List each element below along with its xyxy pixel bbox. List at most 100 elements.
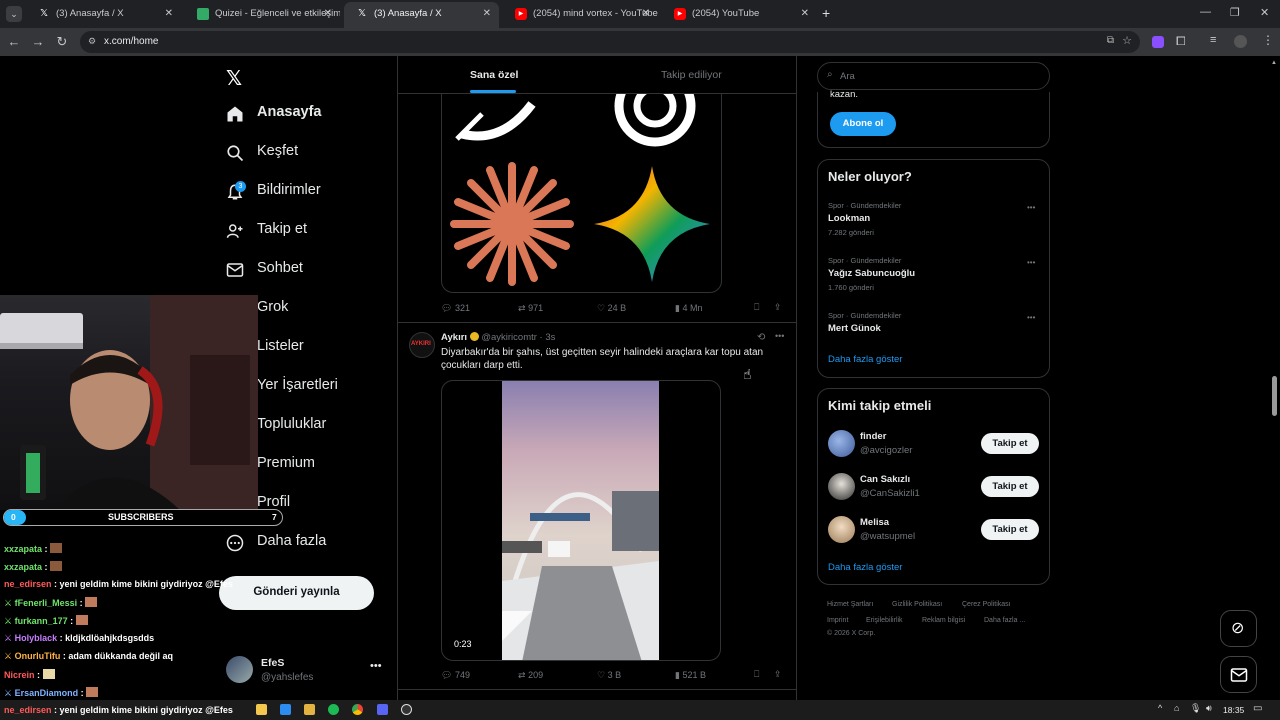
view-count: 4 Mn: [682, 303, 703, 313]
chrome-icon[interactable]: [352, 704, 363, 715]
tab-label: Sana özel: [470, 69, 519, 81]
scrollbar[interactable]: ▲: [1271, 60, 1278, 700]
footer-link[interactable]: Gizlilik Politikası: [892, 601, 942, 608]
microphone-icon[interactable]: 🎙︎: [1190, 703, 1201, 714]
share-icon[interactable]: ⇪: [774, 669, 782, 680]
avatar: [828, 516, 855, 543]
install-icon[interactable]: ⧉: [1107, 35, 1114, 46]
view-stat[interactable]: ▮ 521 B: [675, 670, 706, 681]
messages-float-button[interactable]: [1220, 656, 1257, 693]
spotify-icon[interactable]: [328, 704, 339, 715]
extension-icon[interactable]: [1152, 36, 1164, 48]
back-icon[interactable]: ←: [6, 34, 22, 50]
bookmark-icon[interactable]: ⎕: [754, 669, 759, 680]
reply-stat[interactable]: 💬︎ 321: [441, 303, 470, 314]
subscribers-goal: 7: [272, 512, 277, 522]
chat-user: ErsanDiamond: [14, 688, 79, 698]
star-icon[interactable]: ☆: [1122, 34, 1132, 47]
close-icon[interactable]: ✕: [483, 2, 491, 26]
show-more-link[interactable]: Daha fazla göster: [828, 562, 902, 573]
tab-search-button[interactable]: ⌄: [6, 6, 22, 22]
notifications-icon[interactable]: ▭: [1253, 703, 1262, 714]
author-handle[interactable]: @aykiricomtr: [481, 332, 537, 343]
close-window-icon[interactable]: ✕: [1260, 6, 1269, 19]
close-icon[interactable]: ✕: [642, 2, 650, 26]
site-info-icon[interactable]: ⚙: [88, 36, 96, 47]
footer-link[interactable]: Çerez Politikası: [962, 601, 1011, 608]
repost-stat[interactable]: ⇄ 971: [518, 303, 543, 314]
more-dots-icon[interactable]: •••: [1027, 258, 1035, 267]
suggested-user[interactable]: Can Sakızlı @CanSakizli1 Takip et: [818, 472, 1049, 508]
post-time[interactable]: 3s: [545, 332, 555, 343]
obs-icon[interactable]: [401, 704, 412, 715]
footer-link[interactable]: Reklam bilgisi: [922, 617, 965, 624]
post-button[interactable]: Gönderi yayınla: [219, 576, 374, 610]
footer-link[interactable]: Daha fazla ...: [984, 617, 1025, 624]
author-name[interactable]: Aykırı: [441, 332, 467, 343]
subscribe-button[interactable]: Abone ol: [830, 112, 896, 136]
bookmark-icon[interactable]: ⎕: [754, 302, 759, 313]
close-icon[interactable]: ✕: [801, 2, 809, 26]
account-switcher[interactable]: EfeS @yahslefes •••: [226, 654, 386, 688]
close-icon[interactable]: ✕: [165, 2, 173, 26]
x-logo-icon[interactable]: 𝕏: [226, 66, 242, 91]
post-avatar[interactable]: AYKIRI: [409, 332, 435, 358]
profile-avatar-icon[interactable]: [1234, 35, 1247, 48]
more-dots-icon[interactable]: •••: [1027, 313, 1035, 322]
suggested-user[interactable]: finder @avcigozler Takip et: [818, 429, 1049, 465]
new-tab-button[interactable]: +: [822, 5, 830, 21]
browser-tab[interactable]: 𝕏 (3) Anasayfa / X ✕: [26, 2, 181, 28]
footer-link[interactable]: Imprint: [827, 617, 848, 624]
follow-button[interactable]: Takip et: [981, 476, 1039, 497]
browser-tab[interactable]: ▶ (2054) YouTube ✕: [662, 2, 817, 28]
tab-following[interactable]: Takip ediliyor: [597, 56, 796, 94]
discord-icon[interactable]: [377, 704, 388, 715]
tab-for-you[interactable]: Sana özel: [398, 56, 597, 94]
forward-icon[interactable]: →: [30, 34, 46, 50]
trend-item[interactable]: Spor · Gündemdekiler Yağız Sabuncuoğlu 1…: [818, 253, 1049, 301]
sidebar-item-label: Bildirimler: [257, 182, 321, 198]
show-more-link[interactable]: Daha fazla göster: [828, 354, 902, 365]
grok-icon[interactable]: ⟲: [757, 332, 765, 343]
browser-tab[interactable]: ▶ (2054) mind vortex - YouTube ✕: [503, 2, 658, 28]
view-stat[interactable]: ▮ 4 Mn: [675, 303, 702, 314]
search-box[interactable]: ⌕ Ara: [817, 62, 1050, 90]
repost-stat[interactable]: ⇄ 209: [518, 670, 543, 681]
files-icon[interactable]: [304, 704, 315, 715]
post-video[interactable]: 0:23: [441, 380, 721, 661]
like-stat[interactable]: ♡ 24 B: [597, 303, 626, 314]
media-icon[interactable]: ≡: [1210, 34, 1216, 46]
trend-item[interactable]: Spor · Gündemdekiler Mert Günok •••: [818, 308, 1049, 340]
follow-button[interactable]: Takip et: [981, 433, 1039, 454]
browser-tab-active[interactable]: 𝕏 (3) Anasayfa / X ✕: [344, 2, 499, 28]
reload-icon[interactable]: ↻: [54, 34, 70, 50]
close-icon[interactable]: ✕: [324, 2, 332, 26]
share-icon[interactable]: ⇪: [774, 302, 782, 313]
scroll-up-icon[interactable]: ▲: [1271, 60, 1277, 66]
tray-chevron-icon[interactable]: ^: [1158, 703, 1162, 713]
post-more-icon[interactable]: •••: [775, 331, 784, 341]
suggested-user[interactable]: Melisa @watsupmel Takip et: [818, 515, 1049, 551]
volume-icon[interactable]: 🔊︎: [1206, 703, 1212, 714]
notification-badge: 3: [235, 181, 246, 192]
puzzle-icon[interactable]: ⧠: [1176, 34, 1186, 49]
network-icon[interactable]: ⌂: [1174, 703, 1179, 713]
vscode-icon[interactable]: [280, 704, 291, 715]
browser-tab[interactable]: Quizei - Eğlenceli ve etkileşimli ✕: [185, 2, 340, 28]
explorer-icon[interactable]: [256, 704, 267, 715]
restore-icon[interactable]: ❐: [1230, 6, 1240, 19]
clock[interactable]: 18:35: [1223, 705, 1244, 715]
scrollbar-thumb[interactable]: [1272, 376, 1277, 416]
post-image[interactable]: [441, 94, 722, 293]
menu-icon[interactable]: ⋮: [1262, 33, 1274, 47]
grok-float-button[interactable]: ⊘: [1220, 610, 1257, 647]
minimize-icon[interactable]: —: [1200, 6, 1211, 18]
like-stat[interactable]: ♡ 3 B: [597, 670, 621, 681]
footer-link[interactable]: Hizmet Şartları: [827, 601, 873, 608]
reply-stat[interactable]: 💬︎ 749: [441, 670, 470, 681]
follow-button[interactable]: Takip et: [981, 519, 1039, 540]
trend-item[interactable]: Spor · Gündemdekiler Lookman 7.282 gönde…: [818, 198, 1049, 246]
url-field[interactable]: ⚙ x.com/home ⧉ ☆: [80, 31, 1140, 53]
more-dots-icon[interactable]: •••: [1027, 203, 1035, 212]
footer-link[interactable]: Erişilebilirlik: [866, 617, 903, 624]
